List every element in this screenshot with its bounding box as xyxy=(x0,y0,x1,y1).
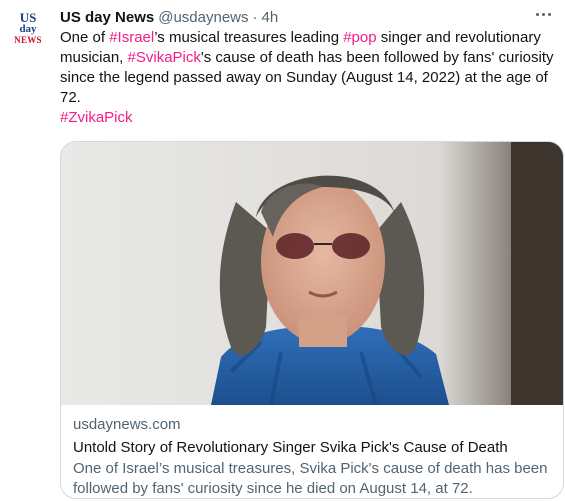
link-preview-card[interactable]: usdaynews.com Untold Story of Revolution… xyxy=(60,141,564,499)
card-domain: usdaynews.com xyxy=(73,416,181,433)
tweet-header: US day News @usdaynews · 4h xyxy=(60,6,554,28)
tweet-text: One of #Israel’s musical treasures leadi… xyxy=(60,28,554,128)
tweet-timestamp[interactable]: 4h xyxy=(262,9,279,26)
hashtag-israel[interactable]: #Israel xyxy=(109,29,154,46)
header-separator: · xyxy=(252,8,258,26)
avatar-logo-day: day xyxy=(19,23,37,35)
tweet-text-part: One of xyxy=(60,29,110,46)
card-title[interactable]: Untold Story of Revolutionary Singer Svi… xyxy=(73,437,553,459)
hashtag-svikapick[interactable]: #SvikaPick xyxy=(128,49,201,66)
avatar-logo-news: NEWS xyxy=(14,35,42,45)
author-name[interactable]: US day News xyxy=(60,9,154,26)
tweet-content: US day News @usdaynews · 4h One of #Isra… xyxy=(60,6,554,128)
card-meta: usdaynews.com Untold Story of Revolution… xyxy=(73,415,553,498)
author-handle[interactable]: @usdaynews xyxy=(158,9,248,26)
card-description: One of Israel’s musical treasures, Svika… xyxy=(73,460,548,497)
hashtag-pop[interactable]: #pop xyxy=(343,29,376,46)
article-photo xyxy=(61,142,563,405)
author-avatar[interactable]: US day NEWS xyxy=(8,9,48,49)
hashtag-zvikapick[interactable]: #ZvikaPick xyxy=(60,109,133,126)
tweet-text-part: ’s musical treasures leading xyxy=(154,29,344,46)
